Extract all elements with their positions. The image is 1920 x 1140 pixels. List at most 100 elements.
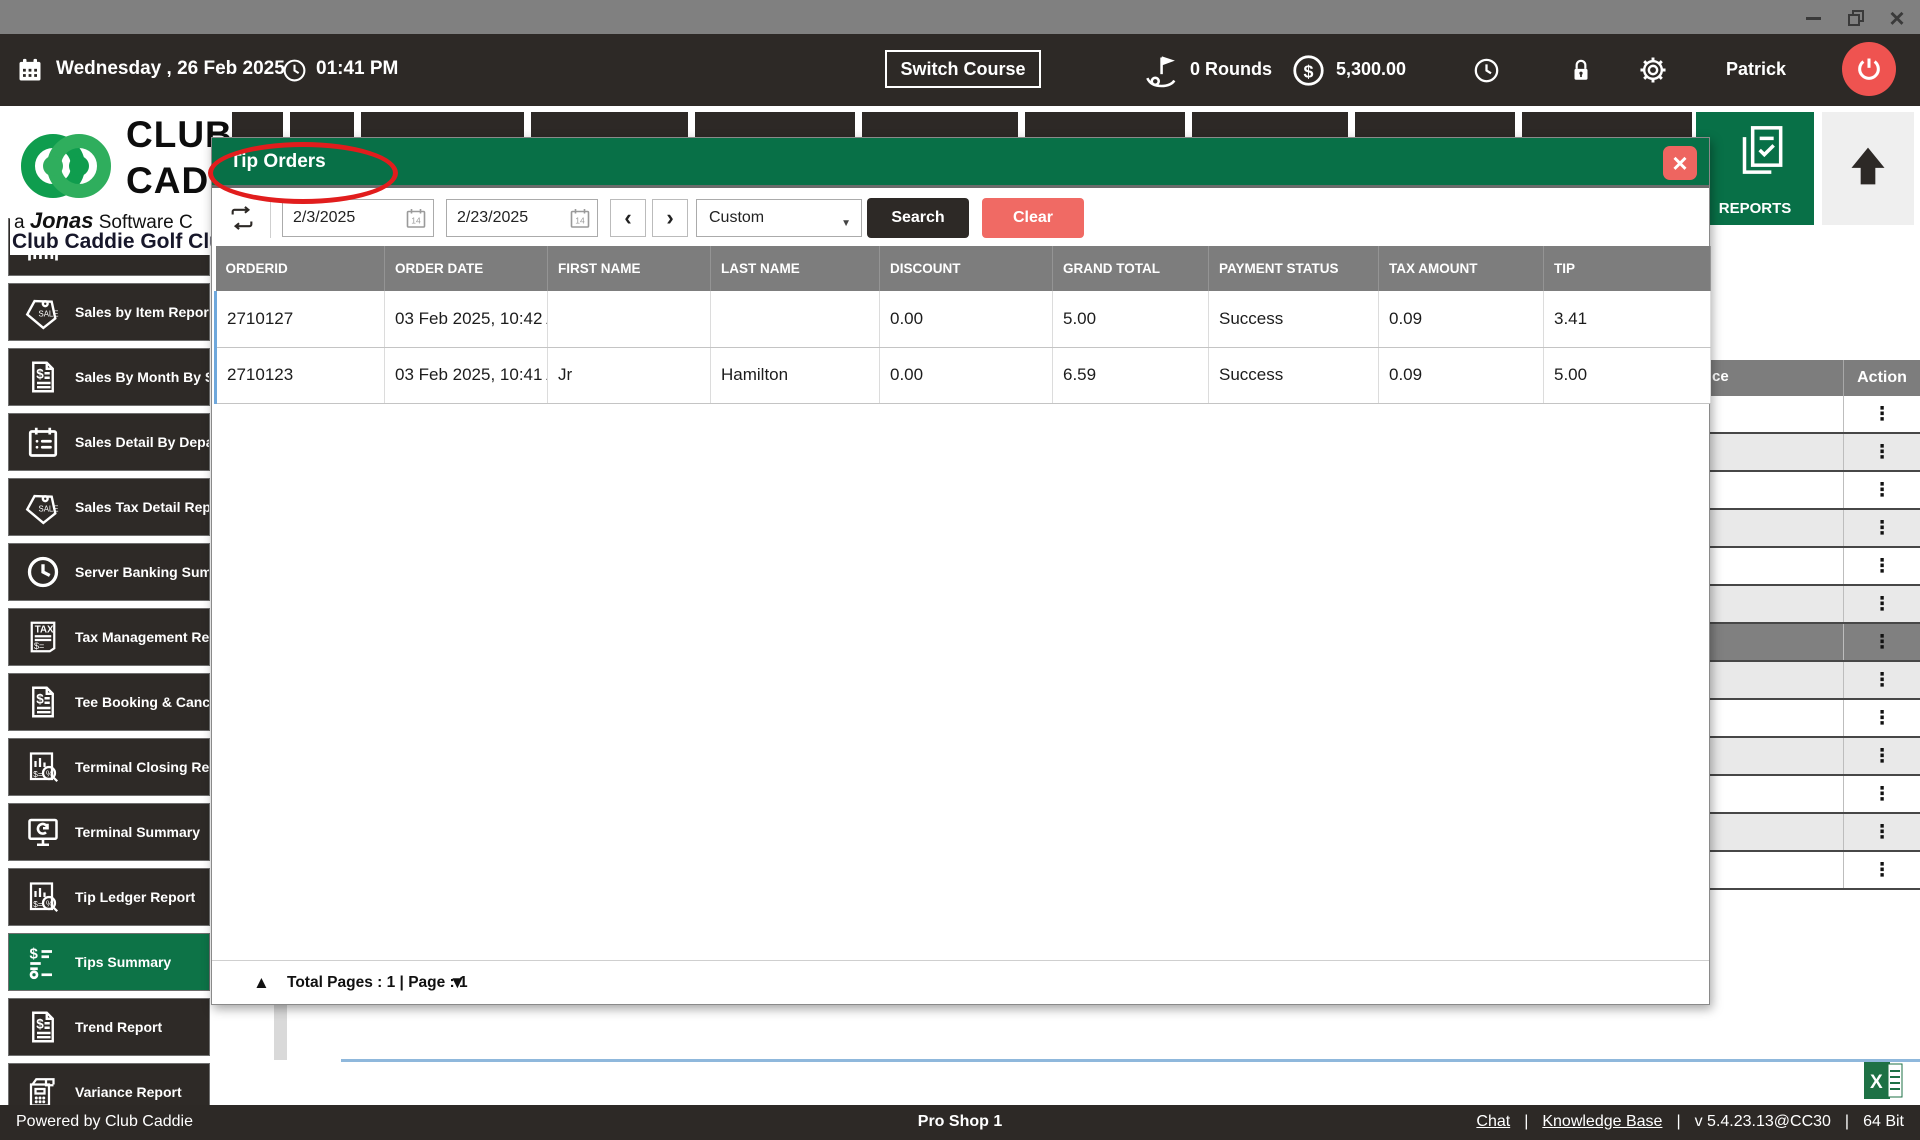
row-action-button[interactable] <box>1843 548 1920 584</box>
sidebar-item-tee-booking-canc[interactable]: $ Tee Booking & Canc <box>8 673 210 731</box>
column-header-tax-amount[interactable]: TAX AMOUNT <box>1378 246 1544 291</box>
sidebar-item-sales-by-month-by-s[interactable]: $ Sales By Month By S <box>8 348 210 406</box>
tab-reports[interactable]: REPORTS <box>1696 112 1814 225</box>
logged-in-user[interactable]: Patrick <box>1726 59 1786 80</box>
background-table-row[interactable] <box>1708 548 1920 586</box>
background-table-row[interactable] <box>1708 396 1920 434</box>
close-window-icon[interactable] <box>1882 8 1912 28</box>
rounds-count[interactable]: 0 Rounds <box>1190 59 1272 80</box>
background-table-row[interactable] <box>1708 434 1920 472</box>
background-table-row[interactable] <box>1708 700 1920 738</box>
date-range-select[interactable]: Custom <box>696 199 862 237</box>
row-action-button[interactable] <box>1843 700 1920 736</box>
previous-range-button[interactable] <box>610 199 646 237</box>
chat-link[interactable]: Chat <box>1476 1113 1510 1131</box>
column-header-orderid[interactable]: ORDERID <box>215 246 385 291</box>
sidebar-item-sales-tax-detail-rep[interactable]: SALE Sales Tax Detail Rep <box>8 478 210 536</box>
svg-text:$=: $= <box>33 900 43 909</box>
sidebar-item-label: Tee Booking & Canc <box>75 694 209 710</box>
svg-text:%: % <box>46 769 54 778</box>
row-action-button[interactable] <box>1843 662 1920 698</box>
table-cell: 03 Feb 2025, 10:41 A <box>384 347 548 404</box>
reports-icon <box>1734 122 1790 178</box>
page-up-icon[interactable] <box>253 973 270 993</box>
table-cell: 0.09 <box>1378 347 1544 404</box>
sidebar-item-label: Trend Report <box>75 1019 163 1035</box>
next-range-button[interactable] <box>652 199 688 237</box>
background-table-row[interactable] <box>1708 624 1920 662</box>
column-header-discount[interactable]: DISCOUNT <box>879 246 1053 291</box>
sidebar-item-tips-summary[interactable]: $ Tips Summary <box>8 933 210 991</box>
sidebar-item-label: Sales by Item Repor <box>75 304 209 320</box>
background-table-rows <box>1708 396 1920 890</box>
column-header-order-date[interactable]: ORDER DATE <box>384 246 548 291</box>
calendar-picker-icon[interactable]: 14 <box>568 206 592 230</box>
row-action-button[interactable] <box>1843 814 1920 850</box>
table-row[interactable]: 2710123 03 Feb 2025, 10:41 A Jr Hamilton 0.0… <box>214 347 1711 404</box>
power-button[interactable] <box>1842 42 1896 96</box>
background-table-row[interactable] <box>1708 662 1920 700</box>
switch-course-button[interactable]: Switch Course <box>885 50 1041 88</box>
background-table-row[interactable] <box>1708 586 1920 624</box>
table-cell: 2710127 <box>214 291 385 348</box>
row-action-button[interactable] <box>1843 472 1920 508</box>
excel-export-button[interactable]: X <box>1864 1062 1904 1099</box>
background-table-row[interactable] <box>1708 472 1920 510</box>
column-header-tip[interactable]: TIP <box>1543 246 1711 291</box>
lock-icon[interactable] <box>1568 55 1594 85</box>
calendar-picker-icon[interactable]: 14 <box>404 206 428 230</box>
search-button[interactable]: Search <box>867 198 969 238</box>
separator: | <box>1844 1113 1850 1130</box>
row-action-button[interactable] <box>1843 738 1920 774</box>
column-header-payment-status[interactable]: PAYMENT STATUS <box>1208 246 1379 291</box>
sidebar-item-tax-management-re[interactable]: TAX $= Tax Management Re <box>8 608 210 666</box>
sidebar-item-terminal-closing-re[interactable]: $=% Terminal Closing Re <box>8 738 210 796</box>
row-action-button[interactable] <box>1843 586 1920 622</box>
background-table-row[interactable] <box>1708 852 1920 890</box>
background-table-row[interactable] <box>1708 814 1920 852</box>
table-row[interactable]: 2710127 03 Feb 2025, 10:42 A 0.00 5.00 Succe… <box>214 291 1711 348</box>
tip-orders-modal: Tip Orders 14 <box>208 137 1711 1005</box>
modal-close-icon[interactable] <box>1663 146 1697 180</box>
knowledge-base-link[interactable]: Knowledge Base <box>1542 1113 1662 1131</box>
row-action-button[interactable] <box>1843 852 1920 888</box>
balance-amount[interactable]: 5,300.00 <box>1336 59 1406 80</box>
row-action-button[interactable] <box>1843 396 1920 432</box>
column-header-grand-total[interactable]: GRAND TOTAL <box>1052 246 1209 291</box>
background-table-row[interactable] <box>1708 776 1920 814</box>
tip-orders-table: ORDERID ORDER DATE FIRST NAME LAST NAME DISC… <box>214 246 1711 404</box>
sidebar-item-trend-report[interactable]: $ Trend Report <box>8 998 210 1056</box>
sidebar-item-label: Sales Detail By Depa <box>75 434 209 450</box>
background-table-row[interactable] <box>1708 738 1920 776</box>
tips-icon: $ <box>25 944 61 980</box>
row-action-button[interactable] <box>1843 510 1920 546</box>
gear-icon[interactable] <box>1637 54 1669 86</box>
row-action-button[interactable] <box>1843 434 1920 470</box>
sidebar-item-tip-ledger-report[interactable]: $=% Tip Ledger Report <box>8 868 210 926</box>
invoice-icon: $ <box>25 359 61 395</box>
minimize-icon[interactable] <box>1798 8 1828 28</box>
column-header-last-name[interactable]: LAST NAME <box>710 246 880 291</box>
svg-text:$=: $= <box>33 770 43 779</box>
row-action-button[interactable] <box>1843 624 1920 660</box>
club-caddie-logo-icon <box>14 116 118 216</box>
background-table-row[interactable] <box>1708 510 1920 548</box>
table-cell: Success <box>1208 347 1379 404</box>
restore-icon[interactable] <box>1840 8 1870 28</box>
sidebar-item-server-banking-sum[interactable]: Server Banking Sum <box>8 543 210 601</box>
clear-button[interactable]: Clear <box>982 198 1084 238</box>
collapse-menu-button[interactable] <box>1822 112 1914 225</box>
sidebar-item-label: Tip Ledger Report <box>75 889 196 905</box>
refresh-icon[interactable] <box>228 204 256 232</box>
separator: | <box>1676 1113 1681 1130</box>
column-header-first-name[interactable]: FIRST NAME <box>547 246 711 291</box>
modal-header: Tip Orders <box>212 138 1709 188</box>
row-action-button[interactable] <box>1843 776 1920 812</box>
time-clock-icon[interactable] <box>1473 57 1500 84</box>
page-down-icon[interactable] <box>449 973 466 993</box>
svg-text:$: $ <box>1304 61 1314 81</box>
sidebar-item-sales-by-item-repor[interactable]: SALE Sales by Item Repor <box>8 283 210 341</box>
background-table-header: ce Action <box>1708 360 1920 396</box>
sidebar-item-sales-detail-by-depa[interactable]: Sales Detail By Depa <box>8 413 210 471</box>
sidebar-item-terminal-summary[interactable]: Terminal Summary <box>8 803 210 861</box>
